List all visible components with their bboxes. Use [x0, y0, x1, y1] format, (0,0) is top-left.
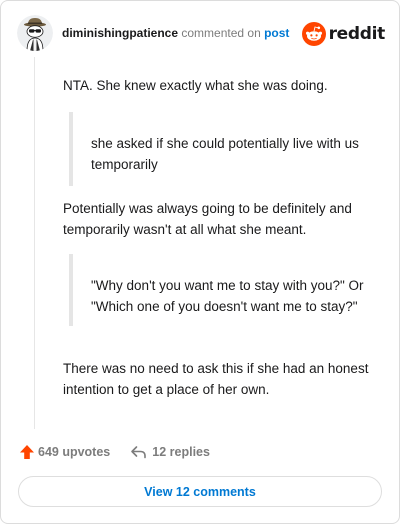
upvote-button[interactable]: 649 upvotes: [19, 444, 110, 460]
blockquote-2-text: "Why don't you want me to stay with you?…: [91, 278, 364, 314]
comment-paragraph-3: There was no need to ask this if she had…: [63, 361, 369, 397]
blockquote-2: "Why don't you want me to stay with you?…: [69, 254, 373, 326]
blockquote-1: she asked if she could potentially live …: [69, 112, 373, 186]
replies-button[interactable]: 12 replies: [130, 444, 210, 460]
upvote-count: 649 upvotes: [38, 445, 111, 459]
reply-arrow-icon: [131, 446, 147, 459]
snoo-avatar-icon[interactable]: [17, 15, 53, 51]
comment-paragraph-1: NTA. She knew exactly what she was doing…: [63, 78, 328, 93]
blockquote-1-text: she asked if she could potentially live …: [91, 136, 359, 172]
thread-line: [34, 57, 35, 429]
view-comments-button[interactable]: View 12 comments: [18, 476, 382, 507]
username-link[interactable]: diminishingpatience: [62, 26, 178, 40]
commented-on-label: commented on: [181, 26, 261, 40]
comment-meta: diminishingpatience commented on post: [62, 26, 289, 40]
upvote-arrow-icon: [20, 445, 34, 459]
comment-paragraph-2: Potentially was always going to be defin…: [63, 201, 352, 237]
comment-actions: 649 upvotes 12 replies: [19, 442, 210, 462]
reply-count: 12 replies: [152, 445, 210, 459]
comment-header: diminishingpatience commented on post re…: [17, 15, 385, 51]
reddit-alien-icon: [301, 22, 326, 46]
reddit-wordmark: reddit: [328, 24, 386, 44]
comment-card: diminishingpatience commented on post re…: [0, 0, 400, 524]
post-link[interactable]: post: [264, 26, 289, 40]
reddit-logo[interactable]: reddit: [301, 21, 386, 47]
